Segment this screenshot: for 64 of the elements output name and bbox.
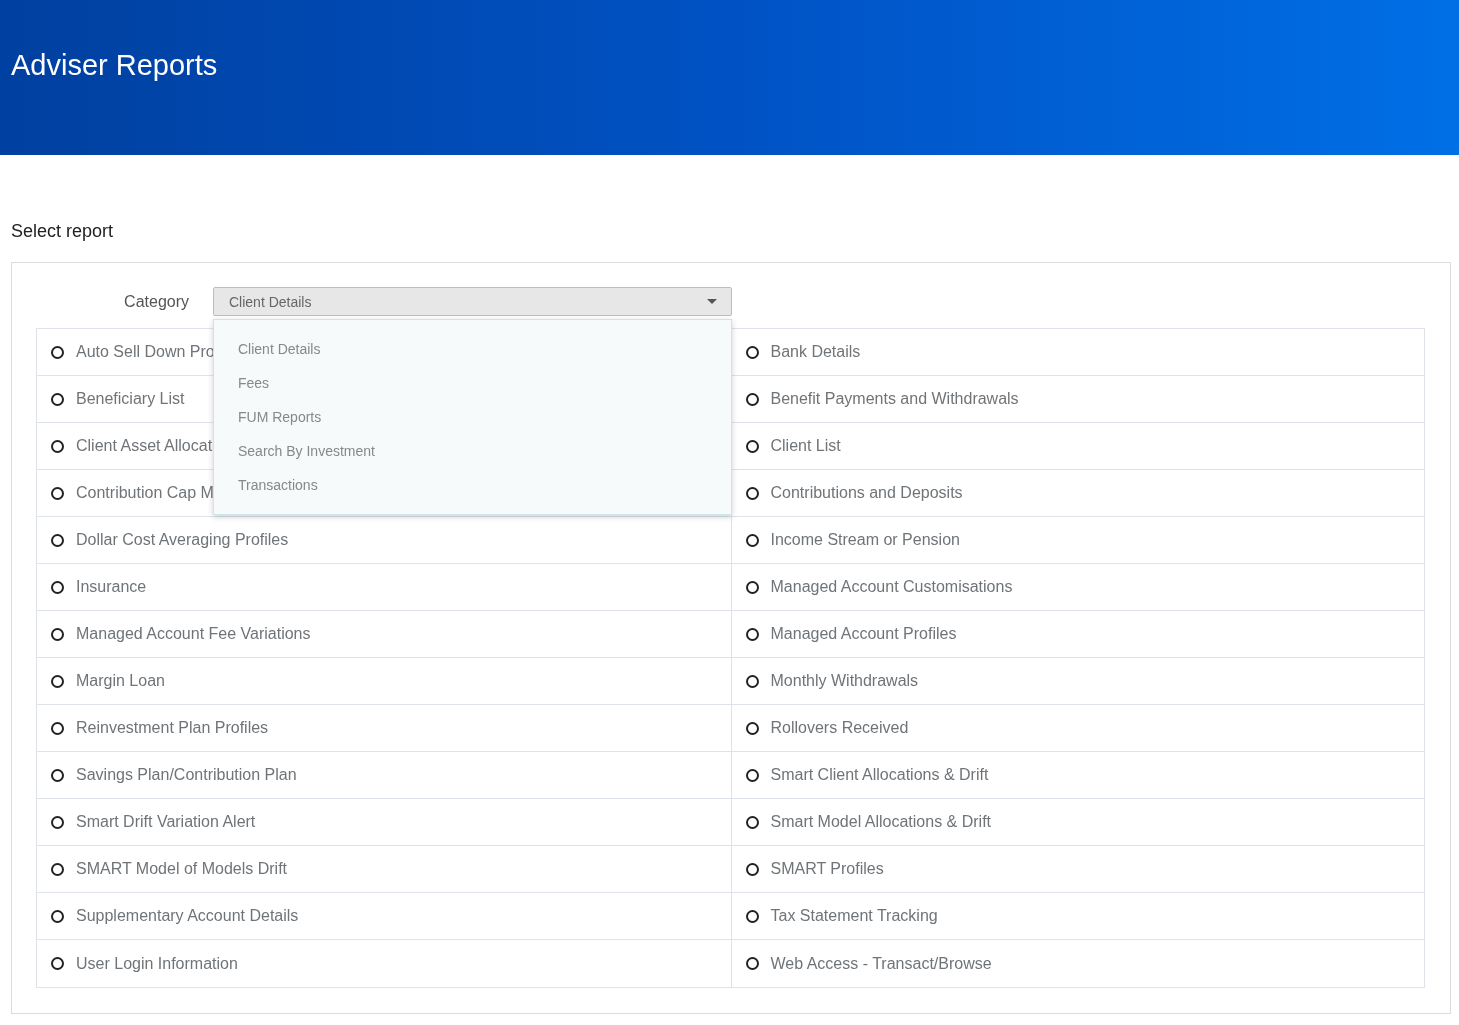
report-label[interactable]: Managed Account Fee Variations (76, 625, 311, 643)
radio-button[interactable] (745, 580, 759, 594)
radio-button[interactable] (745, 345, 759, 359)
radio-button[interactable] (51, 721, 64, 735)
report-label[interactable]: Supplementary Account Details (76, 907, 299, 925)
report-label[interactable]: Smart Client Allocations & Drift (770, 766, 989, 784)
radio-button[interactable] (51, 909, 64, 923)
radio-button[interactable] (745, 957, 759, 970)
report-label[interactable]: Dollar Cost Averaging Profiles (76, 531, 289, 549)
radio-button[interactable] (745, 627, 759, 641)
radio-button[interactable] (745, 862, 759, 876)
category-select[interactable]: Client Details (213, 287, 732, 316)
dropdown-option[interactable]: Client Details (214, 332, 731, 366)
radio-button[interactable] (51, 580, 64, 594)
dropdown-option[interactable]: FUM Reports (214, 400, 731, 434)
report-label[interactable]: Smart Drift Variation Alert (76, 813, 256, 831)
radio-button[interactable] (51, 957, 64, 970)
report-label[interactable]: Savings Plan/Contribution Plan (76, 766, 297, 784)
radio-button[interactable] (745, 533, 759, 547)
category-label: Category (123, 292, 189, 311)
radio-button[interactable] (51, 674, 64, 688)
radio-button[interactable] (51, 392, 64, 406)
radio-button[interactable] (745, 815, 759, 829)
report-label[interactable]: Rollovers Received (770, 719, 909, 737)
report-label[interactable]: Bank Details (770, 343, 861, 361)
radio-button[interactable] (51, 533, 64, 547)
report-label[interactable]: SMART Model of Models Drift (76, 860, 288, 878)
section-title: Select report (11, 221, 115, 242)
report-label[interactable]: User Login Information (76, 954, 238, 973)
report-label[interactable]: Insurance (76, 578, 147, 596)
report-label[interactable]: Contributions and Deposits (770, 484, 963, 502)
report-label[interactable]: Smart Model Allocations & Drift (770, 813, 992, 831)
report-label[interactable]: Benefit Payments and Withdrawals (770, 390, 1019, 408)
report-label[interactable]: Beneficiary List (76, 390, 185, 408)
report-label[interactable]: Contribution Cap M (76, 484, 214, 502)
report-label[interactable]: Client List (770, 437, 841, 455)
report-label[interactable]: Reinvestment Plan Profiles (76, 719, 269, 737)
radio-button[interactable] (745, 486, 759, 500)
dropdown-option[interactable]: Fees (214, 366, 731, 400)
radio-button[interactable] (745, 392, 759, 406)
radio-button[interactable] (51, 862, 64, 876)
radio-button[interactable] (745, 909, 759, 923)
radio-button[interactable] (51, 439, 64, 453)
radio-button[interactable] (745, 674, 759, 688)
radio-button[interactable] (745, 439, 759, 453)
report-label[interactable]: Margin Loan (76, 672, 165, 690)
radio-button[interactable] (745, 721, 759, 735)
report-label[interactable]: Managed Account Profiles (770, 625, 957, 643)
report-label[interactable]: Monthly Withdrawals (770, 672, 919, 690)
radio-button[interactable] (51, 627, 64, 641)
report-label[interactable]: Tax Statement Tracking (770, 907, 938, 925)
radio-button[interactable] (51, 815, 64, 829)
radio-button[interactable] (745, 768, 759, 782)
radio-button[interactable] (51, 768, 64, 782)
report-label[interactable]: SMART Profiles (770, 860, 884, 878)
dropdown-option[interactable]: Transactions (214, 468, 731, 502)
caret-icon (707, 299, 717, 304)
report-label[interactable]: Managed Account Customisations (770, 578, 1013, 596)
page-title: Adviser Reports (11, 48, 218, 82)
radio-button[interactable] (51, 345, 64, 359)
report-label[interactable]: Web Access - Transact/Browse (770, 954, 992, 973)
radio-button[interactable] (51, 486, 64, 500)
report-label[interactable]: Income Stream or Pension (770, 531, 960, 549)
dropdown-option[interactable]: Search By Investment (214, 434, 731, 468)
